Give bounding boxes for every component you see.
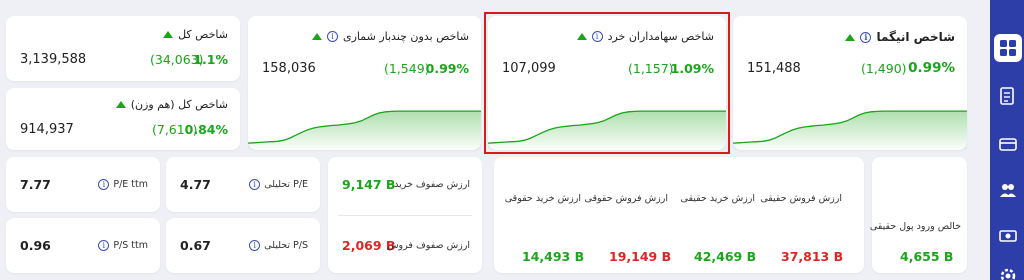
pe-ttm-value: 7.77: [20, 177, 51, 192]
trend-up-icon: [163, 31, 174, 38]
card-icon[interactable]: [998, 134, 1018, 154]
total-index-eq-percent: 0.84%: [184, 122, 228, 137]
total-index-eq-value: 914,937: [20, 122, 74, 137]
buy-queue-value: 9,147 B: [342, 177, 396, 192]
money-flow-card[interactable]: ارزش خرید حقوقی 14,493 B ارزش فروش حقوقی…: [494, 157, 864, 273]
info-icon[interactable]: i: [98, 240, 110, 251]
legal-sell-label: ارزش فروش حقوقی: [584, 193, 668, 204]
legal-buy-value: 14,493 B: [522, 249, 585, 264]
index-angima-change: (1,490): [861, 61, 907, 76]
index-free-float-sparkline: [248, 110, 481, 150]
legal-sell-value: 19,149 B: [609, 249, 672, 264]
pe-ttm-label: i P/E ttm: [98, 179, 148, 190]
legal-buy-label: ارزش خرید حقوقی: [504, 193, 581, 204]
pe-analytic-value: 4.77: [180, 177, 211, 192]
index-small-shareholders-sparkline: [488, 110, 726, 150]
index-angima-card[interactable]: شاخص انیگما i 151,488 (1,490) 0.99%: [733, 16, 967, 150]
ps-ttm-card[interactable]: 0.96 i P/S ttm: [6, 218, 160, 273]
pe-analytic-card[interactable]: 4.77 P/E تحلیلی i: [166, 157, 320, 212]
trend-up-icon: [845, 33, 856, 41]
document-icon[interactable]: [998, 86, 1018, 106]
index-angima-value: 151,488: [747, 61, 801, 76]
total-index-title: شاخص کل: [163, 28, 228, 41]
real-sell-label: ارزش فروش حقیقی: [760, 193, 842, 204]
money-icon[interactable]: [998, 226, 1018, 246]
index-small-shareholders-percent: 1.09%: [670, 61, 714, 76]
buy-queue-label: ارزش صفوف خرید: [394, 179, 470, 190]
info-icon[interactable]: i: [326, 31, 338, 42]
ps-analytic-card[interactable]: 0.67 P/S تحلیلی i: [166, 218, 320, 273]
pe-analytic-label: P/E تحلیلی i: [249, 179, 308, 190]
total-index-percent: 1.1%: [193, 52, 228, 67]
trend-up-icon: [115, 101, 126, 108]
index-free-float-card[interactable]: شاخص بدون چندبار شماری i 158,036 (1,549)…: [248, 16, 481, 150]
index-angima-title: شاخص انیگما i: [845, 30, 955, 44]
sidebar: [990, 0, 1024, 280]
real-buy-label: ارزش خرید حقیقی: [680, 193, 755, 204]
index-free-float-percent: 0.99%: [425, 61, 469, 76]
group-icon[interactable]: [998, 180, 1018, 200]
settings-icon[interactable]: [998, 266, 1018, 280]
index-angima-sparkline: [733, 110, 967, 150]
index-free-float-change: (1,549): [384, 61, 430, 76]
index-free-float-title: شاخص بدون چندبار شماری i: [311, 30, 469, 43]
total-index-eq-title: شاخص کل (هم وزن): [115, 98, 228, 111]
total-index-equal-weight-card[interactable]: شاخص کل (هم وزن) 914,937 (7,610) 0.84%: [6, 88, 240, 150]
sparkline-area: [488, 111, 726, 150]
index-angima-percent: 0.99%: [908, 60, 955, 76]
dashboard-icon[interactable]: [998, 38, 1018, 58]
total-index-card[interactable]: شاخص کل 3,139,588 (34,063) 1.1%: [6, 16, 240, 81]
pe-ttm-card[interactable]: 7.77 i P/E ttm: [6, 157, 160, 212]
trend-up-icon: [311, 33, 322, 40]
index-free-float-value: 158,036: [262, 61, 316, 76]
info-icon[interactable]: i: [98, 179, 110, 190]
index-small-shareholders-card[interactable]: شاخص سهامداران خرد i 107,099 (1,157) 1.0…: [488, 16, 726, 150]
real-buy-value: 42,469 B: [694, 249, 757, 264]
sell-queue-label: ارزش صفوف فروش: [386, 240, 470, 251]
info-icon[interactable]: i: [591, 31, 603, 42]
ps-analytic-label: P/S تحلیلی i: [249, 240, 308, 251]
queues-card[interactable]: 9,147 B ارزش صفوف خرید 2,069 B ارزش صفوف…: [328, 157, 482, 273]
net-flow-value: 4,655 B: [900, 249, 954, 264]
index-small-shareholders-change: (1,157): [628, 61, 674, 76]
real-sell-value: 37,813 B: [781, 249, 844, 264]
sparkline-area: [248, 111, 481, 150]
info-icon[interactable]: i: [860, 31, 872, 43]
info-icon[interactable]: i: [249, 179, 261, 190]
divider: [338, 215, 472, 216]
total-index-value: 3,139,588: [20, 52, 87, 67]
net-flow-card[interactable]: خالص ورود پول حقیقی 4,655 B: [869, 157, 967, 273]
trend-up-icon: [576, 33, 587, 40]
info-icon[interactable]: i: [249, 240, 261, 251]
index-small-shareholders-value: 107,099: [502, 61, 556, 76]
net-flow-label: خالص ورود پول حقیقی: [869, 221, 961, 232]
ps-analytic-value: 0.67: [180, 238, 211, 253]
ps-ttm-label: i P/S ttm: [98, 240, 148, 251]
index-small-shareholders-title: شاخص سهامداران خرد i: [576, 30, 714, 43]
ps-ttm-value: 0.96: [20, 238, 51, 253]
sparkline-area: [733, 111, 967, 150]
